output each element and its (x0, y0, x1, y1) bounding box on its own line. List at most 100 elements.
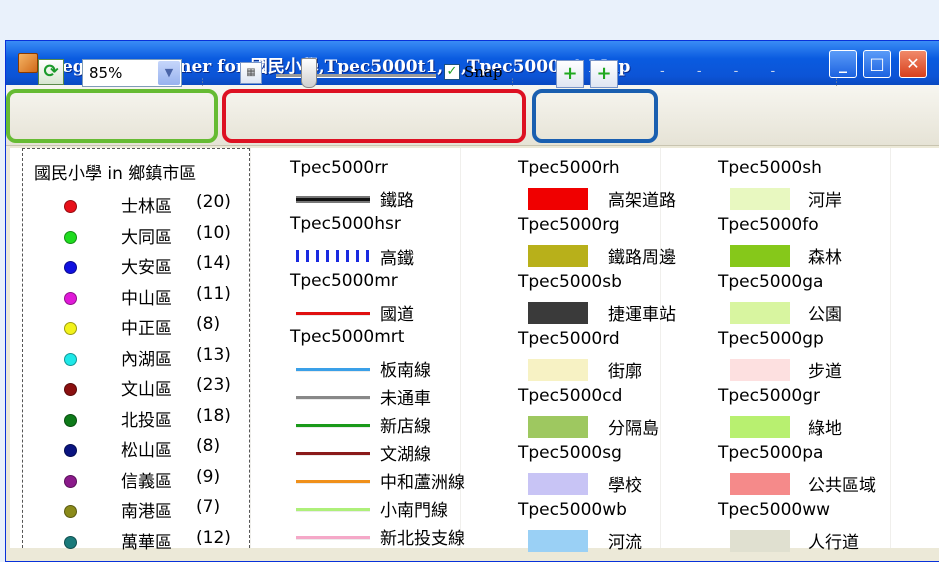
legend-item-label: 高架道路 (608, 191, 676, 211)
district-count: (18) (196, 405, 231, 426)
chevron-down-icon[interactable]: ▼ (158, 61, 180, 85)
layer-name: Tpec5000mrt (290, 327, 405, 347)
legend-item-label: 文湖線 (380, 445, 431, 465)
fill-symbol[interactable] (730, 473, 790, 495)
line-symbol[interactable] (296, 250, 370, 262)
layer-name: Tpec5000rg (518, 215, 620, 235)
fill-symbol[interactable] (528, 302, 588, 324)
toolbar-grip[interactable]: ⋮ (508, 78, 517, 88)
district-item[interactable]: 文山區 (23) (0, 375, 250, 405)
district-color-dot (64, 322, 77, 335)
legend-item-label: 中和蘆洲線 (380, 473, 465, 493)
toolbar-grip[interactable]: ⋮ (198, 78, 207, 88)
fill-symbol[interactable] (528, 245, 588, 267)
line-symbol[interactable] (296, 480, 370, 483)
fill-symbol[interactable] (528, 359, 588, 381)
legend-item-label: 小南門線 (380, 501, 448, 521)
district-name: 士林區 (121, 197, 172, 217)
line-symbol[interactable] (296, 396, 370, 399)
legend-item-label: 板南線 (380, 361, 431, 381)
add-icon: + (596, 63, 612, 84)
district-item[interactable]: 北投區 (18) (0, 406, 250, 436)
snap-slider-track[interactable] (276, 74, 436, 78)
grid-line (890, 148, 891, 548)
line-symbol[interactable] (296, 536, 370, 539)
district-item[interactable]: 信義區 (9) (0, 467, 250, 497)
legend-item-label: 鐵路 (380, 191, 414, 211)
district-name: 萬華區 (121, 532, 172, 553)
district-item[interactable]: 南港區 (7) (0, 497, 250, 527)
legend-item-label: 綠地 (808, 419, 842, 439)
close-button[interactable]: ✕ (899, 50, 927, 78)
layer-name: Tpec5000ga (718, 272, 824, 292)
layer-name: Tpec5000cd (518, 386, 623, 406)
district-count: (9) (196, 466, 221, 487)
snap-grid-button[interactable]: ▦ (240, 62, 262, 84)
district-name: 文山區 (121, 380, 172, 400)
district-color-dot (64, 413, 77, 427)
fill-symbol[interactable] (730, 416, 790, 438)
district-item[interactable]: 中山區 (11) (0, 284, 250, 314)
district-color-dot (64, 383, 77, 396)
district-item[interactable]: 士林區 (20) (0, 192, 250, 222)
legend-item-label: 公園 (808, 305, 842, 325)
toolbar (6, 85, 939, 146)
district-item[interactable]: 松山區 (8) (0, 436, 250, 466)
district-name: 松山區 (121, 441, 172, 461)
layer-name: Tpec5000pa (718, 443, 824, 463)
line-symbol[interactable] (296, 424, 370, 427)
line-symbol[interactable] (296, 312, 370, 315)
district-name: 內湖區 (121, 349, 172, 370)
district-name: 北投區 (121, 410, 172, 431)
legend-item-label: 未通車 (380, 389, 431, 409)
legend-item-label: 步道 (808, 362, 842, 382)
legend-item-label: 新北投支線 (380, 529, 465, 549)
district-item[interactable]: 萬華區 (12) (0, 528, 250, 558)
maximize-button[interactable]: □ (863, 50, 891, 78)
legend-item-label: 街廓 (608, 362, 642, 382)
district-color-dot (64, 200, 77, 213)
add-group-button[interactable]: + (590, 60, 618, 88)
fill-symbol[interactable] (528, 530, 588, 552)
fill-symbol[interactable] (730, 359, 790, 381)
zoom-select[interactable]: 85% ▼ (82, 59, 182, 87)
snap-toolbar-group (222, 89, 526, 143)
layer-name: Tpec5000gp (718, 329, 824, 349)
district-item[interactable]: 中正區 (8) (0, 314, 250, 344)
fill-symbol[interactable] (528, 473, 588, 495)
district-item[interactable]: 內湖區 (13) (0, 345, 250, 375)
district-legend-title: 國民小學 in 鄉鎮市區 (34, 164, 197, 184)
line-symbol[interactable] (296, 452, 370, 455)
grid-icon: ▦ (246, 67, 256, 78)
district-color-dot (64, 474, 77, 488)
district-item[interactable]: 大安區 (14) (0, 253, 250, 283)
fill-symbol[interactable] (730, 188, 790, 210)
district-count: (13) (196, 344, 231, 365)
snap-checkbox[interactable]: ✓ (444, 64, 460, 80)
snap-label: Snap (464, 63, 503, 81)
legend-item-label: 河流 (608, 533, 642, 553)
district-color-dot (64, 261, 77, 274)
fill-symbol[interactable] (730, 530, 790, 552)
fill-symbol[interactable] (528, 188, 588, 210)
line-symbol[interactable] (296, 198, 370, 201)
checkmark-icon: ✓ (446, 64, 458, 79)
district-count: (14) (196, 253, 231, 273)
line-symbol[interactable] (296, 368, 370, 371)
legend-item-label: 人行道 (808, 533, 859, 553)
fill-symbol[interactable] (730, 245, 790, 267)
snap-slider-thumb[interactable] (301, 58, 317, 88)
toolbar-grip[interactable]: ⋮ (832, 78, 841, 88)
add-item-button[interactable]: + (556, 60, 584, 88)
layer-name: Tpec5000gr (718, 386, 821, 406)
district-color-dot (64, 505, 77, 518)
line-symbol[interactable] (296, 508, 370, 511)
refresh-button[interactable]: ⟳ (38, 59, 64, 85)
district-item[interactable]: 大同區 (10) (0, 223, 250, 253)
fill-symbol[interactable] (528, 416, 588, 438)
layer-name: Tpec5000rr (290, 158, 388, 178)
district-color-dot (64, 535, 77, 549)
legend-item-label: 國道 (380, 305, 414, 325)
fill-symbol[interactable] (730, 302, 790, 324)
add-icon: + (562, 63, 578, 84)
